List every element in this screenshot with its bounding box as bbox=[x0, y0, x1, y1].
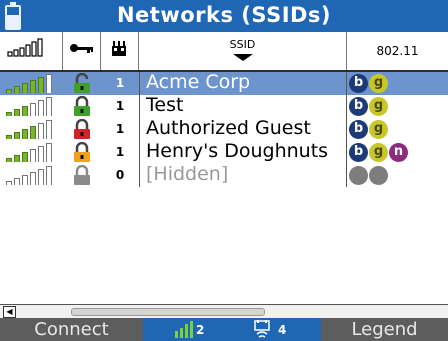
column-access-points[interactable] bbox=[101, 32, 139, 70]
signal-strength-icon bbox=[6, 74, 56, 93]
ssid-name: [Hidden] bbox=[146, 163, 229, 185]
standard-badge-g: g bbox=[369, 143, 388, 162]
ap-count-cell: 1 bbox=[101, 95, 139, 118]
signal-strength-icon bbox=[6, 97, 56, 116]
signal-strength-icon bbox=[6, 120, 56, 139]
signal-cell bbox=[0, 118, 63, 141]
standard-badge-g: g bbox=[369, 120, 388, 139]
ap-count: 0 bbox=[115, 168, 125, 182]
network-row[interactable]: 1 Acme Corp b g bbox=[0, 71, 448, 95]
ssid-name: Test bbox=[146, 94, 184, 116]
standards-column-label: 802.11 bbox=[376, 44, 419, 58]
standards-cell: bg bbox=[347, 95, 448, 118]
ap-count-cell: 1 bbox=[101, 118, 139, 141]
scroll-thumb[interactable] bbox=[71, 308, 265, 316]
unknown-standard-badge bbox=[349, 166, 368, 185]
standard-badge-b: b bbox=[349, 143, 368, 162]
horizontal-scrollbar[interactable]: ◀ bbox=[0, 304, 448, 318]
security-cell bbox=[63, 164, 101, 187]
access-point-icon bbox=[112, 41, 126, 56]
ssid-name: Henry's Doughnuts bbox=[146, 140, 329, 162]
network-row[interactable]: 1 Authorized Guest b g bbox=[0, 117, 448, 141]
lock-icon bbox=[74, 73, 90, 93]
page-title: Networks (SSIDs) bbox=[116, 3, 332, 27]
standard-badge-b: b bbox=[349, 74, 368, 93]
column-header: SSID 802.11 bbox=[0, 32, 448, 72]
signal-cell bbox=[0, 164, 63, 187]
ssid-name: Authorized Guest bbox=[146, 117, 311, 139]
signal-bars-icon bbox=[175, 321, 193, 338]
ssid-name: Acme Corp bbox=[146, 71, 251, 93]
lock-icon bbox=[74, 142, 90, 162]
standard-badge-b: b bbox=[349, 97, 368, 116]
access-point-count: 2 bbox=[196, 323, 205, 337]
standard-badge-g: g bbox=[369, 74, 388, 93]
summary-panel[interactable]: 2 4 bbox=[143, 318, 321, 341]
ssid-cell: [Hidden] bbox=[139, 163, 347, 187]
standards-cell: bg bbox=[347, 118, 448, 141]
standard-badge-g: g bbox=[369, 97, 388, 116]
standards-cell bbox=[347, 164, 448, 187]
lock-icon bbox=[74, 165, 90, 185]
column-80211[interactable]: 802.11 bbox=[347, 32, 448, 70]
title-bar: Networks (SSIDs) bbox=[0, 0, 448, 32]
client-device-icon bbox=[254, 320, 270, 338]
connect-button[interactable]: Connect bbox=[0, 318, 143, 341]
ap-count-cell: 0 bbox=[101, 164, 139, 187]
scroll-left-icon[interactable]: ◀ bbox=[3, 306, 16, 318]
sort-descending-icon bbox=[233, 54, 253, 61]
lock-icon bbox=[74, 119, 90, 139]
ap-count-cell: 1 bbox=[101, 141, 139, 164]
ap-count: 1 bbox=[115, 99, 125, 113]
column-ssid[interactable]: SSID bbox=[139, 32, 347, 70]
ap-count: 1 bbox=[115, 122, 125, 136]
key-icon bbox=[70, 44, 93, 53]
signal-cell bbox=[0, 72, 63, 95]
ssid-column-label: SSID bbox=[229, 38, 256, 51]
signal-cell bbox=[0, 141, 63, 164]
signal-strength-icon bbox=[7, 38, 43, 57]
lock-icon bbox=[74, 96, 90, 116]
column-signal[interactable] bbox=[0, 32, 63, 70]
network-row[interactable]: 0 [Hidden] bbox=[0, 163, 448, 187]
security-cell bbox=[63, 95, 101, 118]
column-security[interactable] bbox=[63, 32, 101, 70]
ssid-cell: Acme Corp bbox=[139, 71, 347, 95]
security-cell bbox=[63, 118, 101, 141]
network-row[interactable]: 1 Henry's Doughnuts b g n bbox=[0, 140, 448, 164]
standard-badge-n: n bbox=[389, 143, 408, 162]
ap-count-cell: 1 bbox=[101, 72, 139, 95]
security-cell bbox=[63, 72, 101, 95]
standard-badge-b: b bbox=[349, 120, 368, 139]
security-cell bbox=[63, 141, 101, 164]
legend-button[interactable]: Legend bbox=[321, 318, 448, 341]
bottom-toolbar: Connect 2 4 Legend bbox=[0, 318, 448, 341]
signal-strength-icon bbox=[6, 143, 56, 162]
ap-count: 1 bbox=[115, 76, 125, 90]
standards-cell: bg bbox=[347, 72, 448, 95]
ssid-cell: Test bbox=[139, 94, 347, 118]
ssid-cell: Authorized Guest bbox=[139, 117, 347, 141]
signal-strength-icon bbox=[6, 166, 56, 185]
standards-cell: bgn bbox=[347, 141, 448, 164]
ap-count: 1 bbox=[115, 145, 125, 159]
client-count: 4 bbox=[278, 323, 287, 337]
ssid-cell: Henry's Doughnuts bbox=[139, 140, 347, 164]
network-row[interactable]: 1 Test b g bbox=[0, 94, 448, 118]
unknown-standard-badge bbox=[369, 166, 388, 185]
signal-cell bbox=[0, 95, 63, 118]
